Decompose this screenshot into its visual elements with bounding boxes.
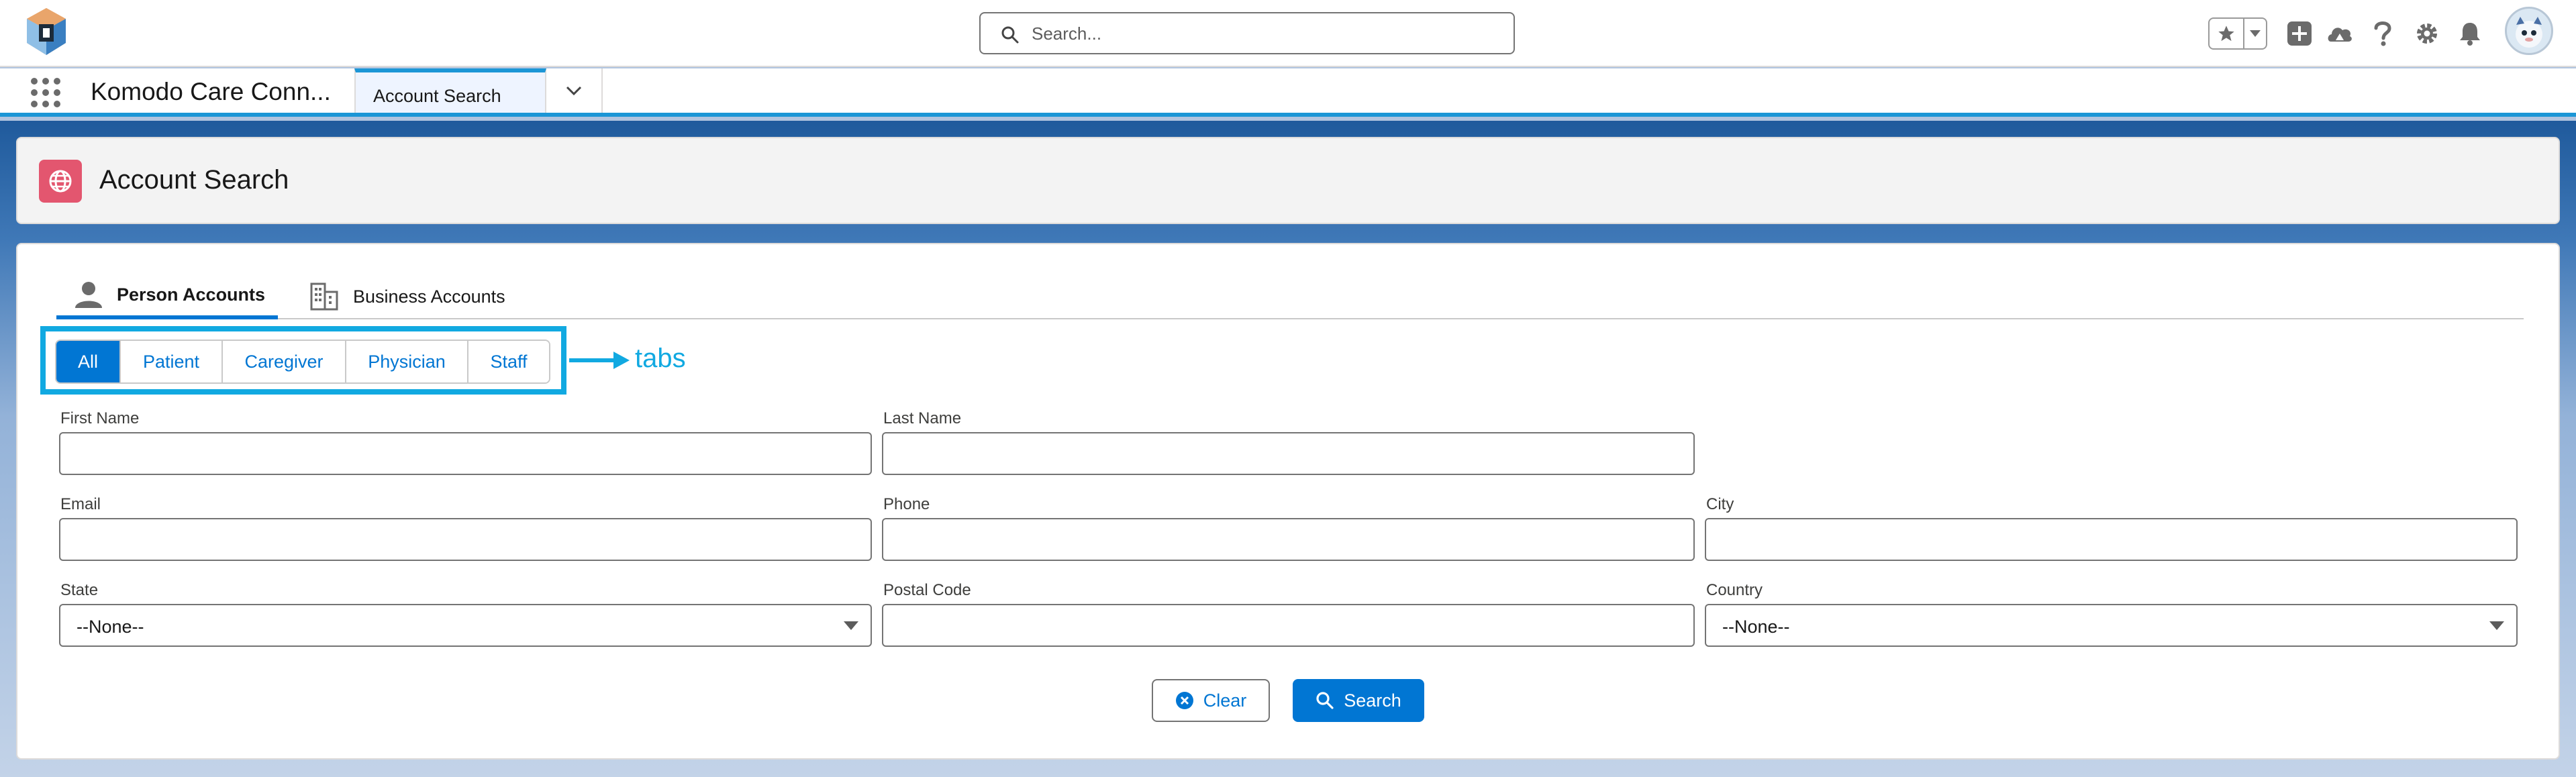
nav-tab-account-search[interactable]: Account Search bbox=[354, 68, 546, 113]
email-label: Email bbox=[60, 495, 101, 513]
annotation-label: tabs bbox=[635, 344, 686, 373]
search-button[interactable]: Search bbox=[1293, 679, 1424, 722]
filter-patient-button[interactable]: Patient bbox=[121, 341, 223, 382]
postal-code-field[interactable] bbox=[882, 604, 1695, 647]
email-field[interactable] bbox=[59, 518, 872, 561]
record-type-filter-group: All Patient Caregiver Physician Staff bbox=[55, 340, 550, 384]
favorites-button-group[interactable] bbox=[2208, 17, 2267, 50]
phone-label: Phone bbox=[883, 495, 930, 513]
country-select-value: --None-- bbox=[1722, 617, 1790, 637]
filter-caregiver-button[interactable]: Caregiver bbox=[223, 341, 346, 382]
account-type-tabs: Person Accounts Business Accounts bbox=[56, 274, 2524, 319]
help-icon[interactable] bbox=[2367, 17, 2399, 50]
tab-person-accounts[interactable]: Person Accounts bbox=[56, 274, 278, 319]
postal-code-label: Postal Code bbox=[883, 581, 971, 599]
last-name-field[interactable] bbox=[882, 432, 1695, 475]
tab-label: Business Accounts bbox=[353, 286, 505, 307]
caret-down-icon bbox=[2489, 621, 2504, 630]
trailhead-icon[interactable] bbox=[2324, 17, 2356, 50]
state-select[interactable]: --None-- bbox=[59, 604, 872, 647]
filter-all-button[interactable]: All bbox=[56, 341, 121, 382]
nav-more-chevron-down-icon[interactable] bbox=[546, 68, 603, 113]
state-select-value: --None-- bbox=[77, 617, 144, 637]
global-search-input[interactable] bbox=[1032, 19, 1495, 48]
state-label: State bbox=[60, 581, 99, 599]
first-name-label: First Name bbox=[60, 409, 140, 427]
global-search-box[interactable] bbox=[979, 12, 1515, 54]
building-icon bbox=[310, 282, 338, 311]
notifications-bell-icon[interactable] bbox=[2454, 17, 2486, 50]
filter-physician-button[interactable]: Physician bbox=[346, 341, 468, 382]
caret-down-icon bbox=[844, 621, 858, 630]
city-label: City bbox=[1706, 495, 1734, 513]
user-avatar[interactable] bbox=[2505, 7, 2553, 55]
country-select[interactable]: --None-- bbox=[1705, 604, 2518, 647]
tab-business-accounts[interactable]: Business Accounts bbox=[310, 274, 505, 319]
clear-x-circle-icon bbox=[1175, 692, 1193, 709]
tab-label: Person Accounts bbox=[117, 284, 266, 305]
global-header bbox=[0, 0, 2576, 67]
page-title: Account Search bbox=[99, 165, 289, 195]
country-label: Country bbox=[1706, 581, 1763, 599]
last-name-label: Last Name bbox=[883, 409, 962, 427]
global-actions-plus-icon[interactable] bbox=[2283, 17, 2316, 50]
search-icon bbox=[1001, 26, 1019, 44]
first-name-field[interactable] bbox=[59, 432, 872, 475]
clear-button-label: Clear bbox=[1203, 690, 1247, 711]
city-field[interactable] bbox=[1705, 518, 2518, 561]
globe-icon bbox=[39, 160, 82, 203]
page-header: Account Search bbox=[16, 137, 2560, 224]
app-navigation-bar: Komodo Care Conn... Account Search bbox=[0, 68, 2576, 117]
search-icon bbox=[1316, 692, 1334, 709]
search-button-label: Search bbox=[1344, 690, 1401, 711]
annotation-arrow-icon bbox=[569, 352, 630, 369]
account-search-card: Person Accounts Business Accounts bbox=[16, 243, 2560, 760]
phone-field[interactable] bbox=[882, 518, 1695, 561]
favorites-dropdown-icon[interactable] bbox=[2244, 19, 2266, 48]
setup-gear-icon[interactable] bbox=[2411, 17, 2443, 50]
favorites-star-icon[interactable] bbox=[2210, 19, 2244, 48]
person-icon bbox=[75, 282, 102, 308]
clear-button[interactable]: Clear bbox=[1152, 679, 1270, 722]
app-launcher-icon[interactable] bbox=[31, 78, 60, 107]
app-name: Komodo Care Conn... bbox=[91, 78, 331, 105]
nav-tab-label: Account Search bbox=[373, 86, 501, 106]
filter-staff-button[interactable]: Staff bbox=[468, 341, 549, 382]
app-logo-icon[interactable] bbox=[24, 5, 68, 59]
